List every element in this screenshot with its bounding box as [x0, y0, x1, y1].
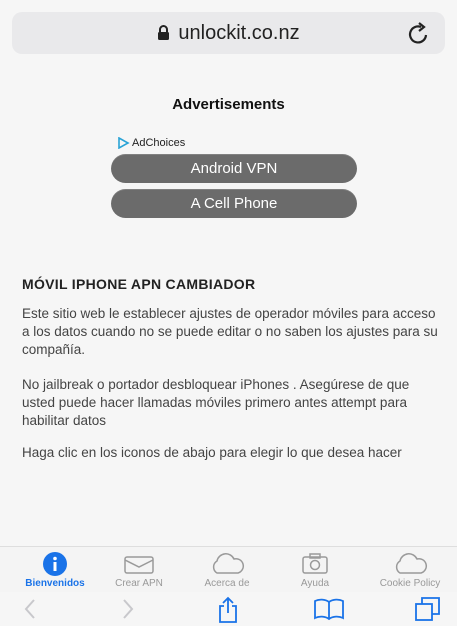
reload-icon[interactable]: [407, 20, 431, 46]
camera-icon: [302, 553, 328, 574]
browser-toolbar: [0, 592, 457, 626]
tab-label: Acerca de: [204, 578, 250, 589]
tab-crear-apn[interactable]: Crear APN: [99, 547, 179, 593]
advertisements-title: Advertisements: [172, 96, 285, 113]
forward-icon[interactable]: [120, 596, 136, 622]
adchoices-label: AdChoices: [132, 137, 186, 149]
cloud-icon: [212, 553, 244, 574]
envelope-icon: [124, 556, 154, 574]
tab-cookie-policy[interactable]: Cookie Policy: [370, 547, 450, 593]
tab-bienvenidos[interactable]: Bienvenidos: [15, 547, 95, 593]
tabs-icon[interactable]: [414, 596, 442, 622]
info-icon: [43, 552, 67, 576]
cloud-icon: [395, 553, 427, 574]
back-icon[interactable]: [22, 596, 38, 622]
tab-ayuda[interactable]: Ayuda: [275, 547, 355, 593]
app-tab-bar: Bienvenidos Crear APN Acerca de Ayuda Co…: [0, 546, 457, 593]
share-icon[interactable]: [216, 596, 240, 624]
warning-paragraph: No jailbreak o portador desbloquear iPho…: [22, 377, 410, 428]
lock-icon: [158, 25, 170, 40]
tab-label: Bienvenidos: [25, 578, 85, 589]
adchoices-icon: [118, 137, 130, 149]
ad-button-android-vpn[interactable]: Android VPN: [111, 154, 357, 183]
adchoices-link[interactable]: AdChoices: [117, 137, 185, 149]
url-text: unlockit.co.nz: [178, 21, 300, 44]
bookmarks-icon[interactable]: [313, 596, 345, 622]
instruction-paragraph: Haga clic en los iconos de abajo para el…: [22, 445, 402, 460]
page-heading: MÓVIL IPHONE APN CAMBIADOR: [22, 276, 256, 292]
browser-url-area: unlockit.co.nz: [0, 0, 457, 62]
address-display: unlockit.co.nz: [12, 12, 445, 54]
ad-button-cell-phone[interactable]: A Cell Phone: [111, 189, 357, 218]
address-bar[interactable]: unlockit.co.nz: [12, 12, 445, 54]
tab-label: Ayuda: [300, 578, 330, 589]
intro-paragraph: Este sitio web le establecer ajustes de …: [22, 306, 438, 357]
tab-label: Crear APN: [115, 578, 163, 589]
tab-acerca-de[interactable]: Acerca de: [187, 547, 267, 593]
tab-label: Cookie Policy: [379, 578, 441, 589]
